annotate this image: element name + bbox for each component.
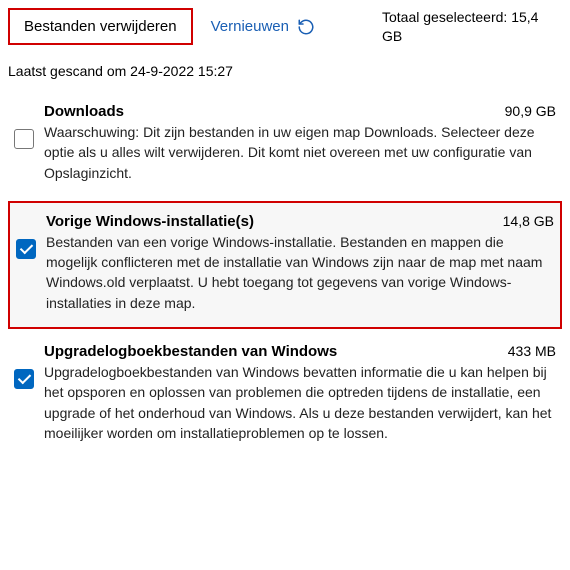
checkbox-downloads[interactable] bbox=[14, 129, 34, 149]
item-header: Upgradelogboekbestanden van Windows 433 … bbox=[44, 343, 556, 362]
checkbox-upgrade-logs[interactable] bbox=[14, 369, 34, 389]
item-description: Upgradelogboekbestanden van Windows beva… bbox=[44, 362, 556, 443]
toolbar: Bestanden verwijderen Vernieuwen Totaal … bbox=[8, 8, 562, 45]
item-description: Bestanden van een vorige Windows-install… bbox=[46, 232, 554, 313]
refresh-icon bbox=[297, 18, 315, 36]
item-description: Waarschuwing: Dit zijn bestanden in uw e… bbox=[44, 122, 556, 183]
item-body: Downloads 90,9 GB Waarschuwing: Dit zijn… bbox=[44, 103, 556, 183]
item-header: Downloads 90,9 GB bbox=[44, 103, 556, 122]
item-body: Upgradelogboekbestanden van Windows 433 … bbox=[44, 343, 556, 443]
item-size: 14,8 GB bbox=[503, 213, 554, 229]
total-selected-label: Totaal geselecteerd: bbox=[382, 9, 507, 25]
item-title: Vorige Windows-installatie(s) bbox=[46, 213, 254, 230]
item-size: 90,9 GB bbox=[505, 103, 556, 119]
item-size: 433 MB bbox=[508, 343, 556, 359]
item-header: Vorige Windows-installatie(s) 14,8 GB bbox=[46, 213, 554, 232]
list-item: Downloads 90,9 GB Waarschuwing: Dit zijn… bbox=[8, 93, 562, 197]
delete-files-button[interactable]: Bestanden verwijderen bbox=[8, 8, 193, 45]
refresh-button[interactable]: Vernieuwen bbox=[207, 12, 319, 42]
checkbox-previous-windows[interactable] bbox=[16, 239, 36, 259]
item-body: Vorige Windows-installatie(s) 14,8 GB Be… bbox=[46, 213, 554, 313]
list-item: Upgradelogboekbestanden van Windows 433 … bbox=[8, 333, 562, 457]
item-title: Downloads bbox=[44, 103, 124, 120]
item-title: Upgradelogboekbestanden van Windows bbox=[44, 343, 337, 360]
last-scanned-text: Laatst gescand om 24-9-2022 15:27 bbox=[8, 63, 562, 79]
total-selected: Totaal geselecteerd: 15,4 GB bbox=[382, 8, 562, 44]
refresh-label: Vernieuwen bbox=[211, 18, 289, 35]
list-item: Vorige Windows-installatie(s) 14,8 GB Be… bbox=[8, 201, 562, 329]
